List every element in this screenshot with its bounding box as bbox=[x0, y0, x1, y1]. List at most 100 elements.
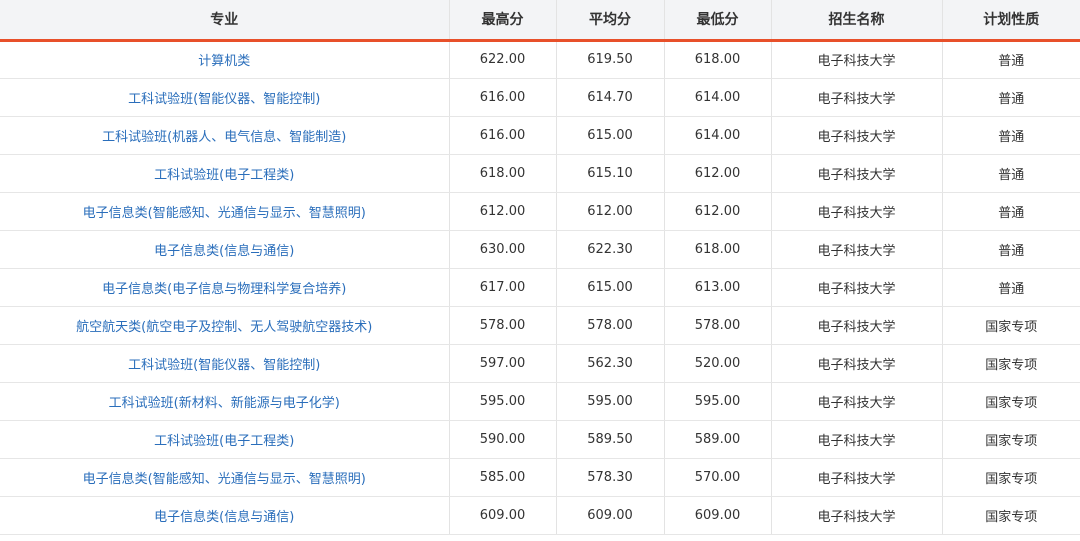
cell-major[interactable]: 工科试验班(电子工程类) bbox=[0, 154, 450, 193]
cell-max-score: 585.00 bbox=[449, 458, 557, 497]
cell-school-name: 电子科技大学 bbox=[771, 230, 943, 269]
cell-max-score: 578.00 bbox=[449, 306, 557, 345]
cell-school-name: 电子科技大学 bbox=[771, 154, 943, 193]
cell-max-score: 597.00 bbox=[449, 344, 557, 383]
cell-plan-type: 国家专项 bbox=[942, 458, 1080, 497]
table-row: 电子信息类(智能感知、光通信与显示、智慧照明) 612.00 612.00 612.0… bbox=[0, 192, 1080, 231]
cell-max-score: 590.00 bbox=[449, 420, 557, 459]
cell-school-name: 电子科技大学 bbox=[771, 458, 943, 497]
cell-major[interactable]: 电子信息类(智能感知、光通信与显示、智慧照明) bbox=[0, 192, 450, 231]
header-max-score[interactable]: 最高分 bbox=[449, 0, 557, 42]
table-row: 计算机类 622.00 619.50 618.00 电子科技大学 普通 bbox=[0, 40, 1080, 79]
header-avg-score[interactable]: 平均分 bbox=[556, 0, 665, 42]
table-row: 电子信息类(智能感知、光通信与显示、智慧照明) 585.00 578.30 570.0… bbox=[0, 458, 1080, 497]
cell-min-score: 614.00 bbox=[664, 78, 772, 117]
cell-major[interactable]: 工科试验班(电子工程类) bbox=[0, 420, 450, 459]
cell-max-score: 616.00 bbox=[449, 116, 557, 155]
cell-school-name: 电子科技大学 bbox=[771, 344, 943, 383]
table-header: 专业 最高分 平均分 最低分 招生名称 计划性质 bbox=[0, 0, 1080, 42]
cell-major[interactable]: 电子信息类(信息与通信) bbox=[0, 496, 450, 535]
cell-min-score: 613.00 bbox=[664, 268, 772, 307]
cell-plan-type: 普通 bbox=[942, 192, 1080, 231]
cell-avg-score: 622.30 bbox=[556, 230, 665, 269]
cell-plan-type: 国家专项 bbox=[942, 306, 1080, 345]
cell-min-score: 614.00 bbox=[664, 116, 772, 155]
table-row: 电子信息类(信息与通信) 609.00 609.00 609.00 电子科技大学 国家专项 bbox=[0, 496, 1080, 535]
cell-major[interactable]: 航空航天类(航空电子及控制、无人驾驶航空器技术) bbox=[0, 306, 450, 345]
cell-plan-type: 普通 bbox=[942, 154, 1080, 193]
cell-avg-score: 615.00 bbox=[556, 268, 665, 307]
table-row: 工科试验班(智能仪器、智能控制) 616.00 614.70 614.00 电子科技大学… bbox=[0, 78, 1080, 117]
cell-avg-score: 578.30 bbox=[556, 458, 665, 497]
cell-major[interactable]: 工科试验班(智能仪器、智能控制) bbox=[0, 344, 450, 383]
table-row: 电子信息类(信息与通信) 630.00 622.30 618.00 电子科技大学 普通 bbox=[0, 230, 1080, 269]
cell-school-name: 电子科技大学 bbox=[771, 78, 943, 117]
cell-plan-type: 普通 bbox=[942, 116, 1080, 155]
table-body: 计算机类 622.00 619.50 618.00 电子科技大学 普通 工科试验班(智能仪器… bbox=[0, 40, 1080, 535]
cell-major[interactable]: 工科试验班(智能仪器、智能控制) bbox=[0, 78, 450, 117]
cell-avg-score: 615.10 bbox=[556, 154, 665, 193]
cell-major[interactable]: 工科试验班(机器人、电气信息、智能制造) bbox=[0, 116, 450, 155]
table-row: 工科试验班(机器人、电气信息、智能制造) 616.00 615.00 614.00 电子… bbox=[0, 116, 1080, 155]
cell-major[interactable]: 电子信息类(电子信息与物理科学复合培养) bbox=[0, 268, 450, 307]
cell-major[interactable]: 工科试验班(新材料、新能源与电子化学) bbox=[0, 382, 450, 421]
cell-school-name: 电子科技大学 bbox=[771, 382, 943, 421]
table-row: 工科试验班(电子工程类) 590.00 589.50 589.00 电子科技大学 国家专项 bbox=[0, 420, 1080, 459]
cell-school-name: 电子科技大学 bbox=[771, 268, 943, 307]
cell-avg-score: 609.00 bbox=[556, 496, 665, 535]
cell-min-score: 595.00 bbox=[664, 382, 772, 421]
header-plan-type[interactable]: 计划性质 bbox=[942, 0, 1080, 42]
cell-major[interactable]: 电子信息类(智能感知、光通信与显示、智慧照明) bbox=[0, 458, 450, 497]
cell-major[interactable]: 计算机类 bbox=[0, 40, 450, 79]
header-school-name[interactable]: 招生名称 bbox=[771, 0, 943, 42]
cell-min-score: 578.00 bbox=[664, 306, 772, 345]
cell-max-score: 612.00 bbox=[449, 192, 557, 231]
cell-school-name: 电子科技大学 bbox=[771, 420, 943, 459]
cell-avg-score: 614.70 bbox=[556, 78, 665, 117]
header-row: 专业 最高分 平均分 最低分 招生名称 计划性质 bbox=[0, 0, 1080, 42]
header-major[interactable]: 专业 bbox=[0, 0, 450, 42]
admission-scores-table: 专业 最高分 平均分 最低分 招生名称 计划性质 计算机类 622.00 619.5… bbox=[0, 0, 1080, 535]
cell-max-score: 630.00 bbox=[449, 230, 557, 269]
table-row: 航空航天类(航空电子及控制、无人驾驶航空器技术) 578.00 578.00 578.… bbox=[0, 306, 1080, 345]
cell-min-score: 570.00 bbox=[664, 458, 772, 497]
cell-plan-type: 普通 bbox=[942, 268, 1080, 307]
cell-avg-score: 578.00 bbox=[556, 306, 665, 345]
cell-max-score: 616.00 bbox=[449, 78, 557, 117]
cell-avg-score: 595.00 bbox=[556, 382, 665, 421]
cell-plan-type: 普通 bbox=[942, 78, 1080, 117]
cell-avg-score: 619.50 bbox=[556, 40, 665, 79]
cell-plan-type: 国家专项 bbox=[942, 420, 1080, 459]
cell-school-name: 电子科技大学 bbox=[771, 192, 943, 231]
cell-min-score: 612.00 bbox=[664, 154, 772, 193]
cell-max-score: 617.00 bbox=[449, 268, 557, 307]
cell-plan-type: 普通 bbox=[942, 40, 1080, 79]
cell-plan-type: 普通 bbox=[942, 230, 1080, 269]
table-row: 工科试验班(新材料、新能源与电子化学) 595.00 595.00 595.00 电子科… bbox=[0, 382, 1080, 421]
cell-min-score: 520.00 bbox=[664, 344, 772, 383]
cell-plan-type: 国家专项 bbox=[942, 496, 1080, 535]
cell-max-score: 609.00 bbox=[449, 496, 557, 535]
cell-school-name: 电子科技大学 bbox=[771, 40, 943, 79]
cell-max-score: 622.00 bbox=[449, 40, 557, 79]
cell-max-score: 595.00 bbox=[449, 382, 557, 421]
cell-min-score: 589.00 bbox=[664, 420, 772, 459]
cell-major[interactable]: 电子信息类(信息与通信) bbox=[0, 230, 450, 269]
cell-avg-score: 615.00 bbox=[556, 116, 665, 155]
cell-school-name: 电子科技大学 bbox=[771, 306, 943, 345]
cell-max-score: 618.00 bbox=[449, 154, 557, 193]
cell-school-name: 电子科技大学 bbox=[771, 496, 943, 535]
cell-min-score: 612.00 bbox=[664, 192, 772, 231]
table-row: 工科试验班(电子工程类) 618.00 615.10 612.00 电子科技大学 普通 bbox=[0, 154, 1080, 193]
table-row: 工科试验班(智能仪器、智能控制) 597.00 562.30 520.00 电子科技大学… bbox=[0, 344, 1080, 383]
cell-min-score: 609.00 bbox=[664, 496, 772, 535]
cell-school-name: 电子科技大学 bbox=[771, 116, 943, 155]
header-min-score[interactable]: 最低分 bbox=[664, 0, 772, 42]
table-row: 电子信息类(电子信息与物理科学复合培养) 617.00 615.00 613.00 电子… bbox=[0, 268, 1080, 307]
cell-plan-type: 国家专项 bbox=[942, 382, 1080, 421]
cell-plan-type: 国家专项 bbox=[942, 344, 1080, 383]
cell-min-score: 618.00 bbox=[664, 40, 772, 79]
cell-avg-score: 562.30 bbox=[556, 344, 665, 383]
cell-avg-score: 612.00 bbox=[556, 192, 665, 231]
cell-avg-score: 589.50 bbox=[556, 420, 665, 459]
